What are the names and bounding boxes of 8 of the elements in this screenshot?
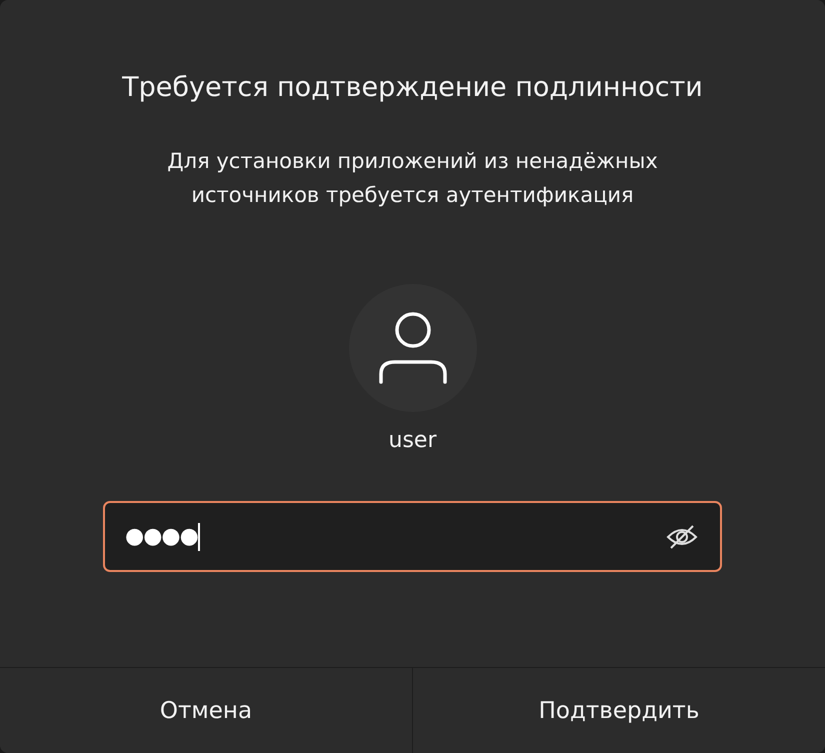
password-field[interactable]: ●●●● bbox=[103, 501, 722, 572]
dialog-title: Требуется подтверждение подлинности bbox=[122, 71, 703, 105]
dialog-button[interactable]: Подтвердить bbox=[412, 668, 825, 753]
person-icon bbox=[376, 312, 448, 384]
dialog-message: Для установки приложений из ненадёжных источников требуется аутентификация bbox=[166, 148, 659, 209]
password-value: ●●●● bbox=[125, 524, 198, 549]
hidden-eye-icon[interactable] bbox=[666, 524, 698, 550]
user-name: user bbox=[388, 428, 436, 453]
